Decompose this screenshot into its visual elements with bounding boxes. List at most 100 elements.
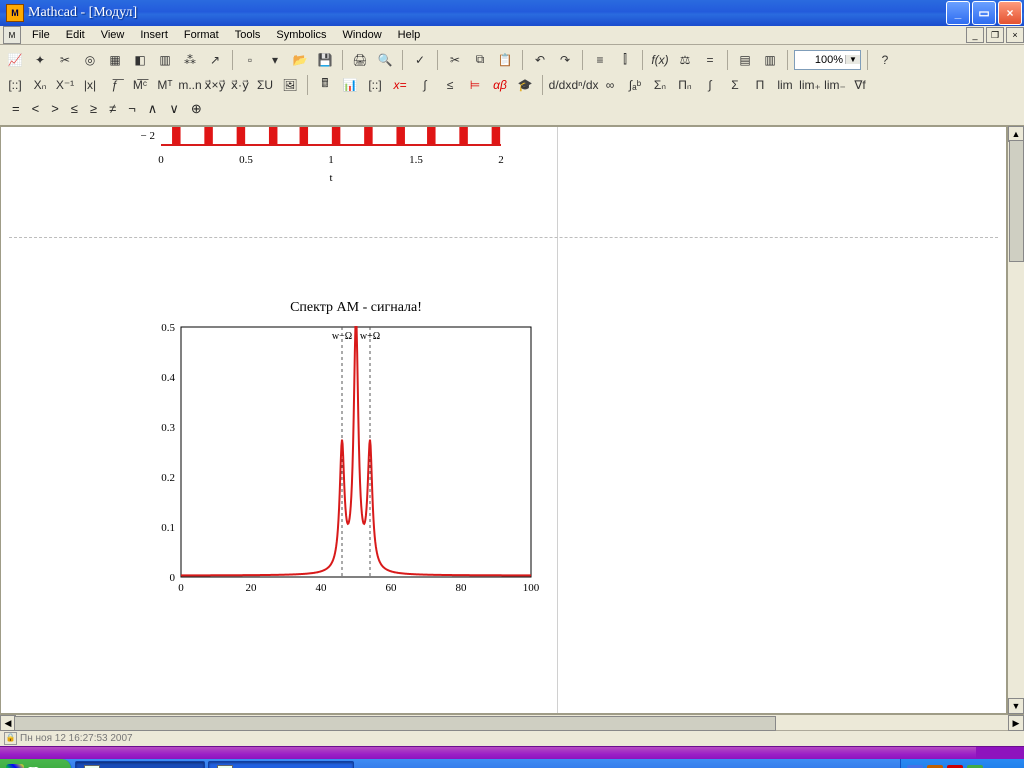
menu-format[interactable]: Format	[176, 27, 227, 43]
scatter3d-icon[interactable]: ⁂	[179, 49, 201, 71]
calculus-pal-icon[interactable]: ∫	[414, 74, 436, 96]
component-icon[interactable]: ▤	[734, 49, 756, 71]
sum-icon[interactable]: Σ	[724, 74, 746, 96]
dropdown-icon[interactable]: ▾	[264, 49, 286, 71]
int-def-icon[interactable]: ∫ₐᵇ	[624, 74, 646, 96]
align-v-icon[interactable]: ⫿	[614, 49, 636, 71]
sum-n-icon[interactable]: Σₙ	[649, 74, 671, 96]
scroll-thumb-v[interactable]	[1009, 140, 1024, 262]
zoom-dropdown-icon[interactable]: ▼	[845, 55, 860, 64]
surface-icon[interactable]: ▦	[104, 49, 126, 71]
int-icon[interactable]: ∫	[699, 74, 721, 96]
cross-icon[interactable]: x⃗×y⃗	[204, 74, 226, 96]
spell-icon[interactable]: ✓	[409, 49, 431, 71]
transpose-icon[interactable]: Mᵀ	[154, 74, 176, 96]
op-not[interactable]: ¬	[128, 101, 136, 117]
vector-icon[interactable]: ↗	[204, 49, 226, 71]
grad-icon[interactable]: ∇f	[849, 74, 871, 96]
col-icon[interactable]: M͞ᶜ	[129, 74, 151, 96]
cut-icon[interactable]: ✂	[444, 49, 466, 71]
fx-icon[interactable]: f(x)	[649, 49, 671, 71]
window-maximize-button[interactable]: ▭	[972, 1, 996, 25]
vertical-scrollbar[interactable]: ▲ ▼	[1007, 126, 1024, 714]
copy-icon[interactable]: ⧉	[469, 49, 491, 71]
op-ge[interactable]: ≥	[90, 101, 97, 117]
print-icon[interactable]: 🖨	[349, 49, 371, 71]
op-greater[interactable]: >	[51, 101, 59, 117]
inverse-icon[interactable]: X⁻¹	[54, 74, 76, 96]
open-icon[interactable]: 📂	[289, 49, 311, 71]
bar3d-icon[interactable]: ▥	[154, 49, 176, 71]
op-xor[interactable]: ⊕	[191, 101, 202, 117]
graph-xy-icon[interactable]: 📈	[4, 49, 26, 71]
mdi-minimize-button[interactable]: _	[966, 27, 984, 43]
calculator-icon[interactable]: 🖩	[314, 74, 336, 96]
redo-icon[interactable]: ↷	[554, 49, 576, 71]
infinity-icon[interactable]: ∞	[599, 74, 621, 96]
subscript-icon[interactable]: Xₙ	[29, 74, 51, 96]
abs-icon[interactable]: |x|	[79, 74, 101, 96]
paste-icon[interactable]: 📋	[494, 49, 516, 71]
menu-view[interactable]: View	[93, 27, 133, 43]
prod-icon[interactable]: Π	[749, 74, 771, 96]
horizontal-scrollbar[interactable]: ◀ ▶	[0, 714, 1024, 730]
zoom-input[interactable]	[795, 54, 845, 66]
preview-icon[interactable]: 🔍	[374, 49, 396, 71]
boolean-pal-icon[interactable]: ≤	[439, 74, 461, 96]
undo-icon[interactable]: ↶	[529, 49, 551, 71]
range-icon[interactable]: m..n	[179, 74, 201, 96]
lim-right-icon[interactable]: lim₊	[799, 74, 821, 96]
prod-n-icon[interactable]: Πₙ	[674, 74, 696, 96]
menu-insert[interactable]: Insert	[132, 27, 176, 43]
op-and[interactable]: ∧	[148, 101, 158, 117]
op-equal[interactable]: =	[12, 101, 20, 117]
polar-icon[interactable]: ◎	[79, 49, 101, 71]
menu-edit[interactable]: Edit	[58, 27, 93, 43]
matrix-pal-icon[interactable]: [::]	[364, 74, 386, 96]
new-icon[interactable]: ▫	[239, 49, 261, 71]
picture-icon[interactable]: 🖼	[279, 74, 301, 96]
task-word[interactable]: W надя - Microsoft Word	[208, 761, 354, 768]
nth-deriv-icon[interactable]: dⁿ/dx	[574, 74, 596, 96]
scroll-thumb-h[interactable]	[14, 716, 776, 731]
scroll-right-icon[interactable]: ▶	[1008, 715, 1024, 731]
scroll-down-icon[interactable]: ▼	[1008, 698, 1024, 714]
reference-icon[interactable]: ▥	[759, 49, 781, 71]
zoom-icon[interactable]: ✂	[54, 49, 76, 71]
menu-window[interactable]: Window	[335, 27, 390, 43]
deriv-icon[interactable]: d/dx	[549, 74, 571, 96]
document-canvas[interactable]: − 200.511.52t Спектр AM - сигнала!020406…	[0, 126, 1007, 714]
graph-pal-icon[interactable]: 📊	[339, 74, 361, 96]
window-minimize-button[interactable]: _	[946, 1, 970, 25]
op-ne[interactable]: ≠	[109, 101, 116, 117]
calc-icon[interactable]: =	[699, 49, 721, 71]
dot-icon[interactable]: x⃗·y⃗	[229, 74, 251, 96]
op-or[interactable]: ∨	[169, 101, 179, 117]
mdi-restore-button[interactable]: ❐	[986, 27, 1004, 43]
menu-file[interactable]: File	[24, 27, 58, 43]
op-less[interactable]: <	[32, 101, 40, 117]
align-icon[interactable]: ≡	[589, 49, 611, 71]
window-close-button[interactable]: ×	[998, 1, 1022, 25]
help-icon[interactable]: ?	[874, 49, 896, 71]
sumvec-icon[interactable]: ΣU	[254, 74, 276, 96]
zoom-combo[interactable]: ▼	[794, 50, 861, 70]
vectorize-icon[interactable]: ƒ͞	[104, 74, 126, 96]
symbolic-pal-icon[interactable]: 🎓	[514, 74, 536, 96]
task-mathcad[interactable]: M Mathcad - [Модул]	[75, 761, 204, 768]
lim-icon[interactable]: lim	[774, 74, 796, 96]
contour-icon[interactable]: ◧	[129, 49, 151, 71]
greek-pal-icon[interactable]: αβ	[489, 74, 511, 96]
program-pal-icon[interactable]: ⊨	[464, 74, 486, 96]
chart-spectrum[interactable]: Спектр AM - сигнала!02040608010000.10.20…	[131, 297, 551, 607]
lim-left-icon[interactable]: lim₋	[824, 74, 846, 96]
trace-icon[interactable]: ✦	[29, 49, 51, 71]
menu-symbolics[interactable]: Symbolics	[268, 27, 334, 43]
start-button[interactable]: Пуск	[0, 759, 72, 768]
menu-tools[interactable]: Tools	[227, 27, 269, 43]
units-icon[interactable]: ⚖	[674, 49, 696, 71]
op-le[interactable]: ≤	[71, 101, 78, 117]
eval-pal-icon[interactable]: x=	[389, 74, 411, 96]
chart-top-fragment[interactable]: − 200.511.52t	[121, 126, 521, 197]
mdi-close-button[interactable]: ×	[1006, 27, 1024, 43]
